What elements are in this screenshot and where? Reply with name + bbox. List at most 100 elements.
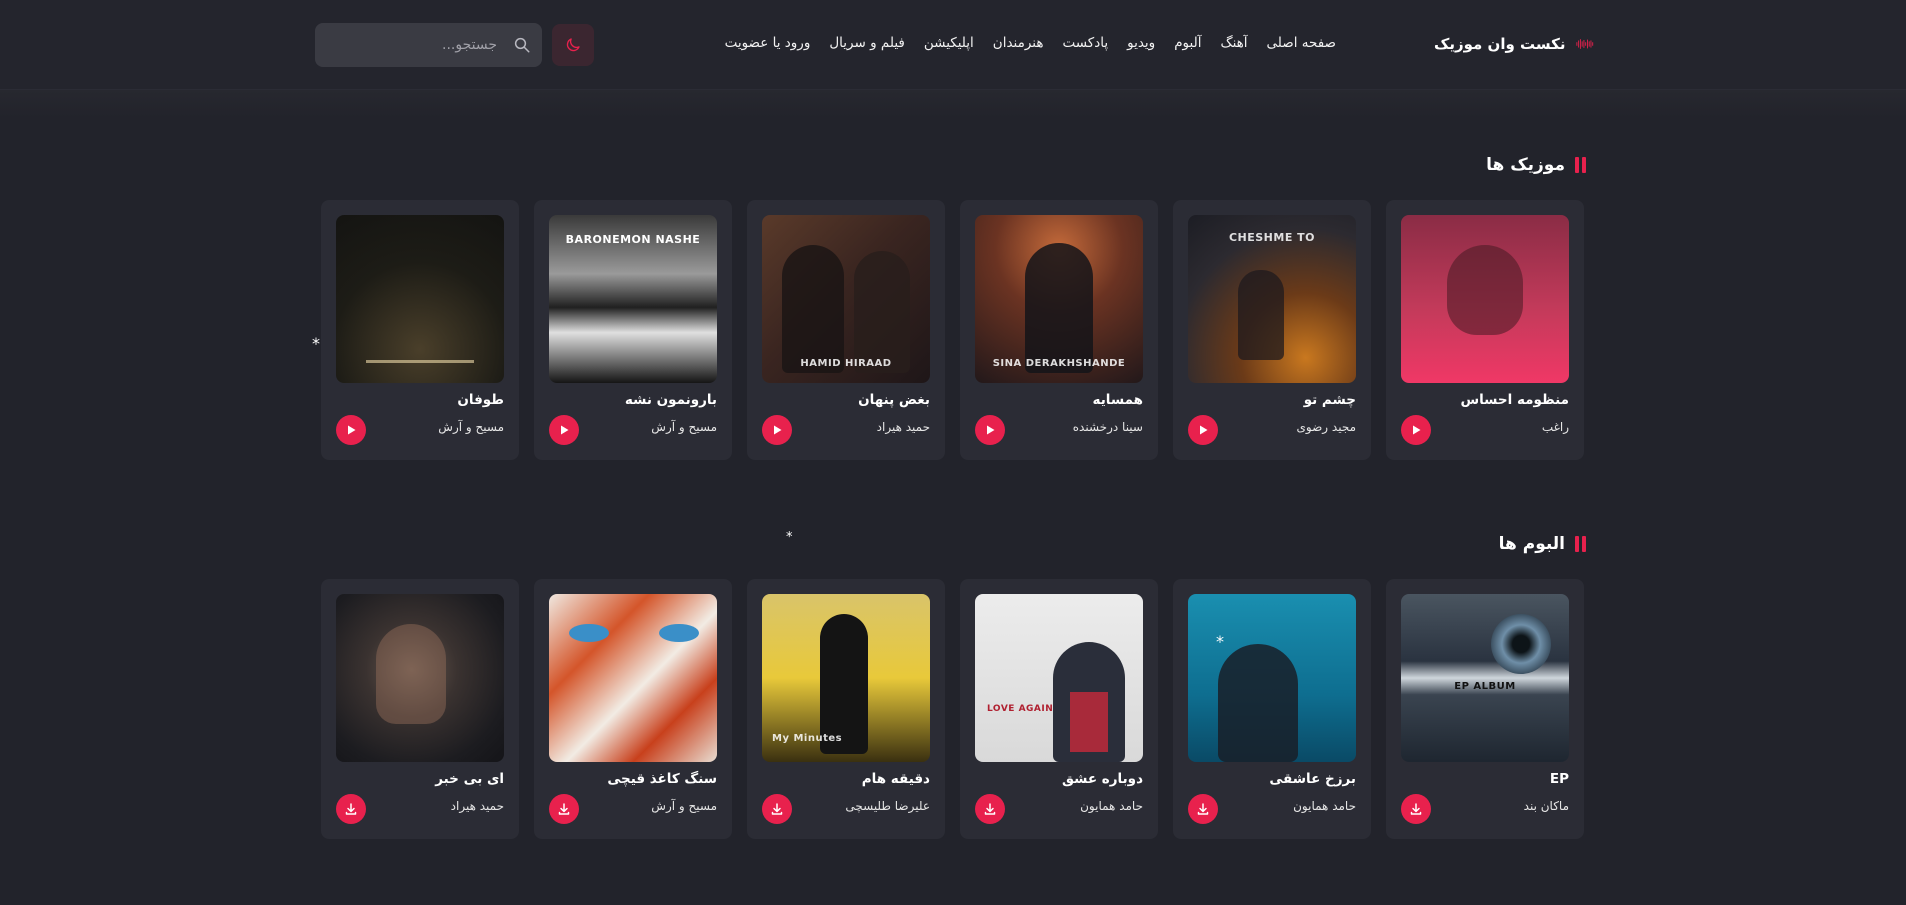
- cover-image[interactable]: [336, 594, 504, 762]
- nav-songs[interactable]: آهنگ: [1220, 35, 1247, 51]
- artist-name[interactable]: ماکان بند: [1439, 799, 1569, 813]
- music-card[interactable]: CHESHME TO چشم تو مجید رضوی: [1173, 200, 1371, 460]
- download-icon: [1410, 803, 1422, 815]
- decorative-star: *: [1216, 632, 1224, 651]
- download-button[interactable]: [762, 794, 792, 824]
- play-icon: [561, 425, 569, 435]
- play-icon: [348, 425, 356, 435]
- site-name: نکست وان موزیک: [1434, 35, 1566, 53]
- download-icon: [1197, 803, 1209, 815]
- music-section-title: موزیک ها: [1486, 150, 1586, 180]
- album-card[interactable]: EP ALBUM EP ماکان بند: [1386, 579, 1584, 839]
- play-icon: [774, 425, 782, 435]
- cover-image[interactable]: My Minutes: [762, 594, 930, 762]
- cover-image[interactable]: EP ALBUM: [1401, 594, 1569, 762]
- music-card[interactable]: SINA DERAKHSHANDE همسایه سینا درخشنده: [960, 200, 1158, 460]
- nav-applications[interactable]: اپلیکیشن: [924, 35, 974, 51]
- header-shadow: [0, 90, 1906, 118]
- play-icon: [1200, 425, 1208, 435]
- search-icon[interactable]: [513, 36, 531, 54]
- nav-artists[interactable]: هنرمندان: [993, 35, 1044, 51]
- cover-image[interactable]: BARONEMON NASHE: [549, 215, 717, 383]
- cover-image[interactable]: [549, 594, 717, 762]
- track-title[interactable]: همسایه: [975, 392, 1143, 408]
- nav-albums[interactable]: آلبوم: [1174, 35, 1201, 51]
- site-header: نکست وان موزیک صفحه اصلی آهنگ آلبوم ویدی…: [0, 0, 1906, 90]
- music-card[interactable]: طوفان مسیح و آرش: [321, 200, 519, 460]
- artist-name[interactable]: مسیح و آرش: [587, 420, 717, 434]
- music-card[interactable]: BARONEMON NASHE بارونمون نشه مسیح و آرش: [534, 200, 732, 460]
- play-button[interactable]: [762, 415, 792, 445]
- artist-name[interactable]: حمید هیراد: [374, 799, 504, 813]
- search-input[interactable]: [327, 23, 497, 67]
- track-title[interactable]: طوفان: [336, 392, 504, 408]
- album-card[interactable]: برزخ عاشقی حامد همایون: [1173, 579, 1371, 839]
- nav-movies-series[interactable]: فیلم و سریال: [829, 35, 905, 51]
- section-bars-icon: [1575, 157, 1586, 173]
- album-title[interactable]: برزخ عاشقی: [1188, 771, 1356, 787]
- album-card[interactable]: ای بی خبر حمید هیراد: [321, 579, 519, 839]
- artist-name[interactable]: حامد همایون: [1226, 799, 1356, 813]
- download-icon: [984, 803, 996, 815]
- music-card[interactable]: HAMID HIRAAD بغض پنهان حمید هیراد: [747, 200, 945, 460]
- cover-image[interactable]: [1188, 594, 1356, 762]
- artist-name[interactable]: مسیح و آرش: [587, 799, 717, 813]
- album-title[interactable]: ای بی خبر: [336, 771, 504, 787]
- download-icon: [345, 803, 357, 815]
- download-button[interactable]: [549, 794, 579, 824]
- decorative-star: *: [786, 530, 793, 545]
- play-button[interactable]: [975, 415, 1005, 445]
- download-button[interactable]: [1188, 794, 1218, 824]
- artist-name[interactable]: راغب: [1439, 420, 1569, 434]
- track-title[interactable]: چشم تو: [1188, 392, 1356, 408]
- theme-toggle-button[interactable]: [552, 24, 594, 66]
- artist-name[interactable]: سینا درخشنده: [1013, 420, 1143, 434]
- album-title[interactable]: سنگ کاغذ قیچی: [549, 771, 717, 787]
- cover-image[interactable]: LOVE AGAIN: [975, 594, 1143, 762]
- download-button[interactable]: [975, 794, 1005, 824]
- album-card[interactable]: My Minutes دقیقه هام علیرضا طلیسچی: [747, 579, 945, 839]
- nav-login-register[interactable]: ورود یا عضویت: [725, 35, 811, 51]
- moon-icon: [566, 38, 580, 52]
- decorative-star: *: [312, 334, 320, 353]
- section-heading: موزیک ها: [1486, 155, 1565, 175]
- album-title[interactable]: دوباره عشق: [975, 771, 1143, 787]
- album-card[interactable]: سنگ کاغذ قیچی مسیح و آرش: [534, 579, 732, 839]
- nav-podcast[interactable]: پادکست: [1062, 35, 1108, 51]
- artist-name[interactable]: مسیح و آرش: [374, 420, 504, 434]
- cover-image[interactable]: [1401, 215, 1569, 383]
- nav-home[interactable]: صفحه اصلی: [1267, 35, 1336, 51]
- play-button[interactable]: [1188, 415, 1218, 445]
- cover-image[interactable]: SINA DERAKHSHANDE: [975, 215, 1143, 383]
- download-icon: [771, 803, 783, 815]
- section-heading: البوم ها: [1498, 534, 1565, 554]
- track-title[interactable]: بغض پنهان: [762, 392, 930, 408]
- download-icon: [558, 803, 570, 815]
- section-bars-icon: [1575, 536, 1586, 552]
- cover-image[interactable]: CHESHME TO: [1188, 215, 1356, 383]
- artist-name[interactable]: مجید رضوی: [1226, 420, 1356, 434]
- artist-name[interactable]: حامد همایون: [1013, 799, 1143, 813]
- album-section-title: البوم ها: [1496, 529, 1586, 559]
- download-button[interactable]: [336, 794, 366, 824]
- music-card[interactable]: منظومه احساس راغب: [1386, 200, 1584, 460]
- nav-videos[interactable]: ویدیو: [1127, 35, 1155, 51]
- search-box: [315, 23, 542, 67]
- cover-image[interactable]: [336, 215, 504, 383]
- music-list: منظومه احساس راغب CHESHME TO چشم تو مجید…: [321, 200, 1584, 460]
- track-title[interactable]: منظومه احساس: [1401, 392, 1569, 408]
- album-title[interactable]: دقیقه هام: [762, 771, 930, 787]
- cover-image[interactable]: HAMID HIRAAD: [762, 215, 930, 383]
- main-nav: صفحه اصلی آهنگ آلبوم ویدیو پادکست هنرمند…: [700, 28, 1336, 58]
- site-logo[interactable]: نکست وان موزیک: [1434, 30, 1594, 58]
- play-button[interactable]: [336, 415, 366, 445]
- artist-name[interactable]: علیرضا طلیسچی: [800, 799, 930, 813]
- play-button[interactable]: [549, 415, 579, 445]
- album-title[interactable]: EP: [1401, 771, 1569, 787]
- soundwave-icon: [1575, 39, 1593, 49]
- track-title[interactable]: بارونمون نشه: [549, 392, 717, 408]
- play-button[interactable]: [1401, 415, 1431, 445]
- album-card[interactable]: LOVE AGAIN دوباره عشق حامد همایون: [960, 579, 1158, 839]
- download-button[interactable]: [1401, 794, 1431, 824]
- artist-name[interactable]: حمید هیراد: [800, 420, 930, 434]
